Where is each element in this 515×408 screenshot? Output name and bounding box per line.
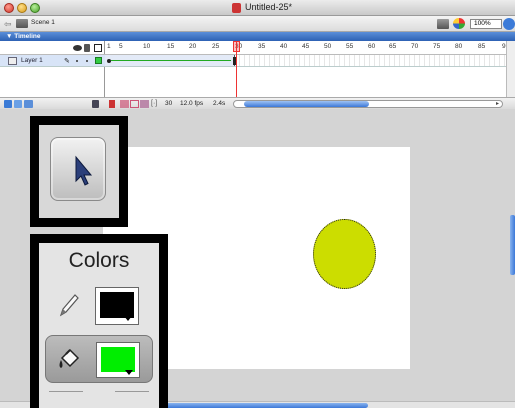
- stroke-color-swatch[interactable]: [95, 287, 139, 325]
- frame-ruler[interactable]: 1 5 10 15 20 25 30 35 40 45 50 55 60 65 70 75 80 85 9: [105, 41, 515, 55]
- zoom-field[interactable]: 100%: [470, 19, 502, 29]
- zoom-dropdown-icon[interactable]: [503, 18, 515, 30]
- stage-vertical-scrollbar-thumb[interactable]: [510, 215, 515, 275]
- timeline-label[interactable]: ▼ Timeline: [6, 32, 41, 41]
- edit-multiple-frames-icon[interactable]: [140, 100, 149, 108]
- ruler-tick[interactable]: 80: [455, 43, 462, 50]
- timeline-header[interactable]: ▼ Timeline: [0, 32, 515, 41]
- fill-color-control[interactable]: [45, 335, 153, 383]
- frames-area[interactable]: 1 5 10 15 20 25 30 35 40 45 50 55 60 65 70 75 80 85 9: [105, 41, 515, 97]
- frame-rate[interactable]: 12.0 fps: [180, 100, 203, 107]
- add-folder-icon[interactable]: [24, 100, 33, 108]
- tween-line: [111, 60, 231, 61]
- modify-markers-icon[interactable]: [·]: [151, 100, 157, 108]
- ruler-tick[interactable]: 40: [280, 43, 287, 50]
- swap-colors-button[interactable]: [115, 391, 149, 401]
- fill-dropdown-icon: [125, 370, 133, 375]
- selection-tool-panel: [39, 125, 119, 218]
- back-arrow-icon[interactable]: ⇦: [4, 19, 12, 30]
- scene-bar: ⇦ Scene 1 100%: [0, 16, 515, 32]
- layer-header: [0, 41, 105, 55]
- window-title: Untitled-25*: [245, 2, 293, 12]
- ruler-tick[interactable]: 70: [411, 43, 418, 50]
- elapsed-time: 2.4s: [213, 100, 226, 107]
- ruler-tick[interactable]: 15: [167, 43, 174, 50]
- current-frame: 30: [165, 100, 173, 107]
- outline-icon[interactable]: [94, 44, 102, 52]
- center-frame-icon[interactable]: [109, 100, 115, 108]
- document-icon: [232, 3, 241, 13]
- selection-tool-button[interactable]: [50, 137, 106, 201]
- work-area: Colors: [0, 110, 515, 408]
- playhead[interactable]: [236, 41, 237, 97]
- ruler-tick[interactable]: 65: [389, 43, 396, 50]
- stroke-color-chip: [100, 292, 134, 318]
- layer-row[interactable]: Layer 1 ✎: [0, 55, 105, 67]
- scroll-right-arrow-icon[interactable]: ▸: [496, 100, 506, 108]
- frame-span[interactable]: [105, 55, 237, 66]
- scene-label[interactable]: Scene 1: [31, 19, 55, 26]
- scene-icon: [16, 19, 28, 28]
- pencil-icon[interactable]: [57, 291, 81, 319]
- fill-color-chip: [101, 347, 135, 372]
- timeline-vertical-scrollbar[interactable]: [506, 41, 515, 97]
- close-button[interactable]: [4, 3, 14, 13]
- ruler-tick[interactable]: 10: [143, 43, 150, 50]
- ruler-tick[interactable]: 60: [368, 43, 375, 50]
- black-white-button[interactable]: [49, 391, 83, 401]
- ruler-tick[interactable]: 45: [302, 43, 309, 50]
- edit-symbols-icon[interactable]: [453, 18, 465, 29]
- trash-icon[interactable]: [92, 100, 99, 108]
- edit-scene-icon[interactable]: [437, 19, 449, 29]
- colors-panel: Colors: [39, 243, 159, 408]
- stage-horizontal-scrollbar-thumb[interactable]: [146, 403, 368, 408]
- timeline-footer: [·] 30 12.0 fps 2.4s ▸: [0, 97, 515, 109]
- arrow-cursor-icon: [75, 155, 93, 186]
- title-bar: Untitled-25*: [0, 0, 515, 16]
- scrollbar-thumb[interactable]: [244, 101, 369, 107]
- lock-icon[interactable]: [84, 44, 90, 52]
- flash-authoring-window: Untitled-25* ⇦ Scene 1 100% ▼ Timeline L…: [0, 0, 515, 408]
- fill-color-swatch[interactable]: [96, 342, 140, 378]
- timeline-panel: Layer 1 ✎ 1 5 10 15 20 25 30 35 40 45 50 55 60 65 70 75…: [0, 41, 515, 109]
- layer-outline-color[interactable]: [95, 57, 102, 64]
- timeline-horizontal-scrollbar[interactable]: [233, 100, 503, 108]
- pencil-icon: ✎: [64, 58, 70, 65]
- frame-row[interactable]: [105, 55, 515, 67]
- onion-skin-outlines-icon[interactable]: [130, 100, 139, 108]
- zoom-button[interactable]: [30, 3, 40, 13]
- colors-title: Colors: [68, 249, 130, 272]
- ruler-tick[interactable]: 20: [189, 43, 196, 50]
- lock-dot[interactable]: [86, 60, 88, 62]
- ruler-tick[interactable]: 55: [346, 43, 353, 50]
- ruler-tick[interactable]: 25: [212, 43, 219, 50]
- layer-name[interactable]: Layer 1: [21, 57, 43, 64]
- selection-tool-callout: [30, 116, 128, 227]
- colors-callout: Colors: [30, 234, 168, 408]
- eye-icon[interactable]: [73, 45, 82, 51]
- add-guide-layer-icon[interactable]: [14, 100, 22, 108]
- ruler-tick[interactable]: 75: [433, 43, 440, 50]
- ruler-tick[interactable]: 50: [324, 43, 331, 50]
- stroke-dropdown-icon: [124, 316, 132, 321]
- paint-bucket-icon: [59, 348, 80, 368]
- ruler-tick[interactable]: 1: [107, 43, 111, 50]
- onion-skin-icon[interactable]: [120, 100, 129, 108]
- ruler-tick[interactable]: 85: [478, 43, 485, 50]
- minimize-button[interactable]: [17, 3, 27, 13]
- ruler-tick[interactable]: 35: [258, 43, 265, 50]
- add-layer-icon[interactable]: [4, 100, 12, 108]
- ruler-tick[interactable]: 5: [119, 43, 123, 50]
- layer-icon: [8, 57, 17, 65]
- visibility-dot[interactable]: [76, 60, 78, 62]
- ellipse-shape[interactable]: [313, 219, 376, 289]
